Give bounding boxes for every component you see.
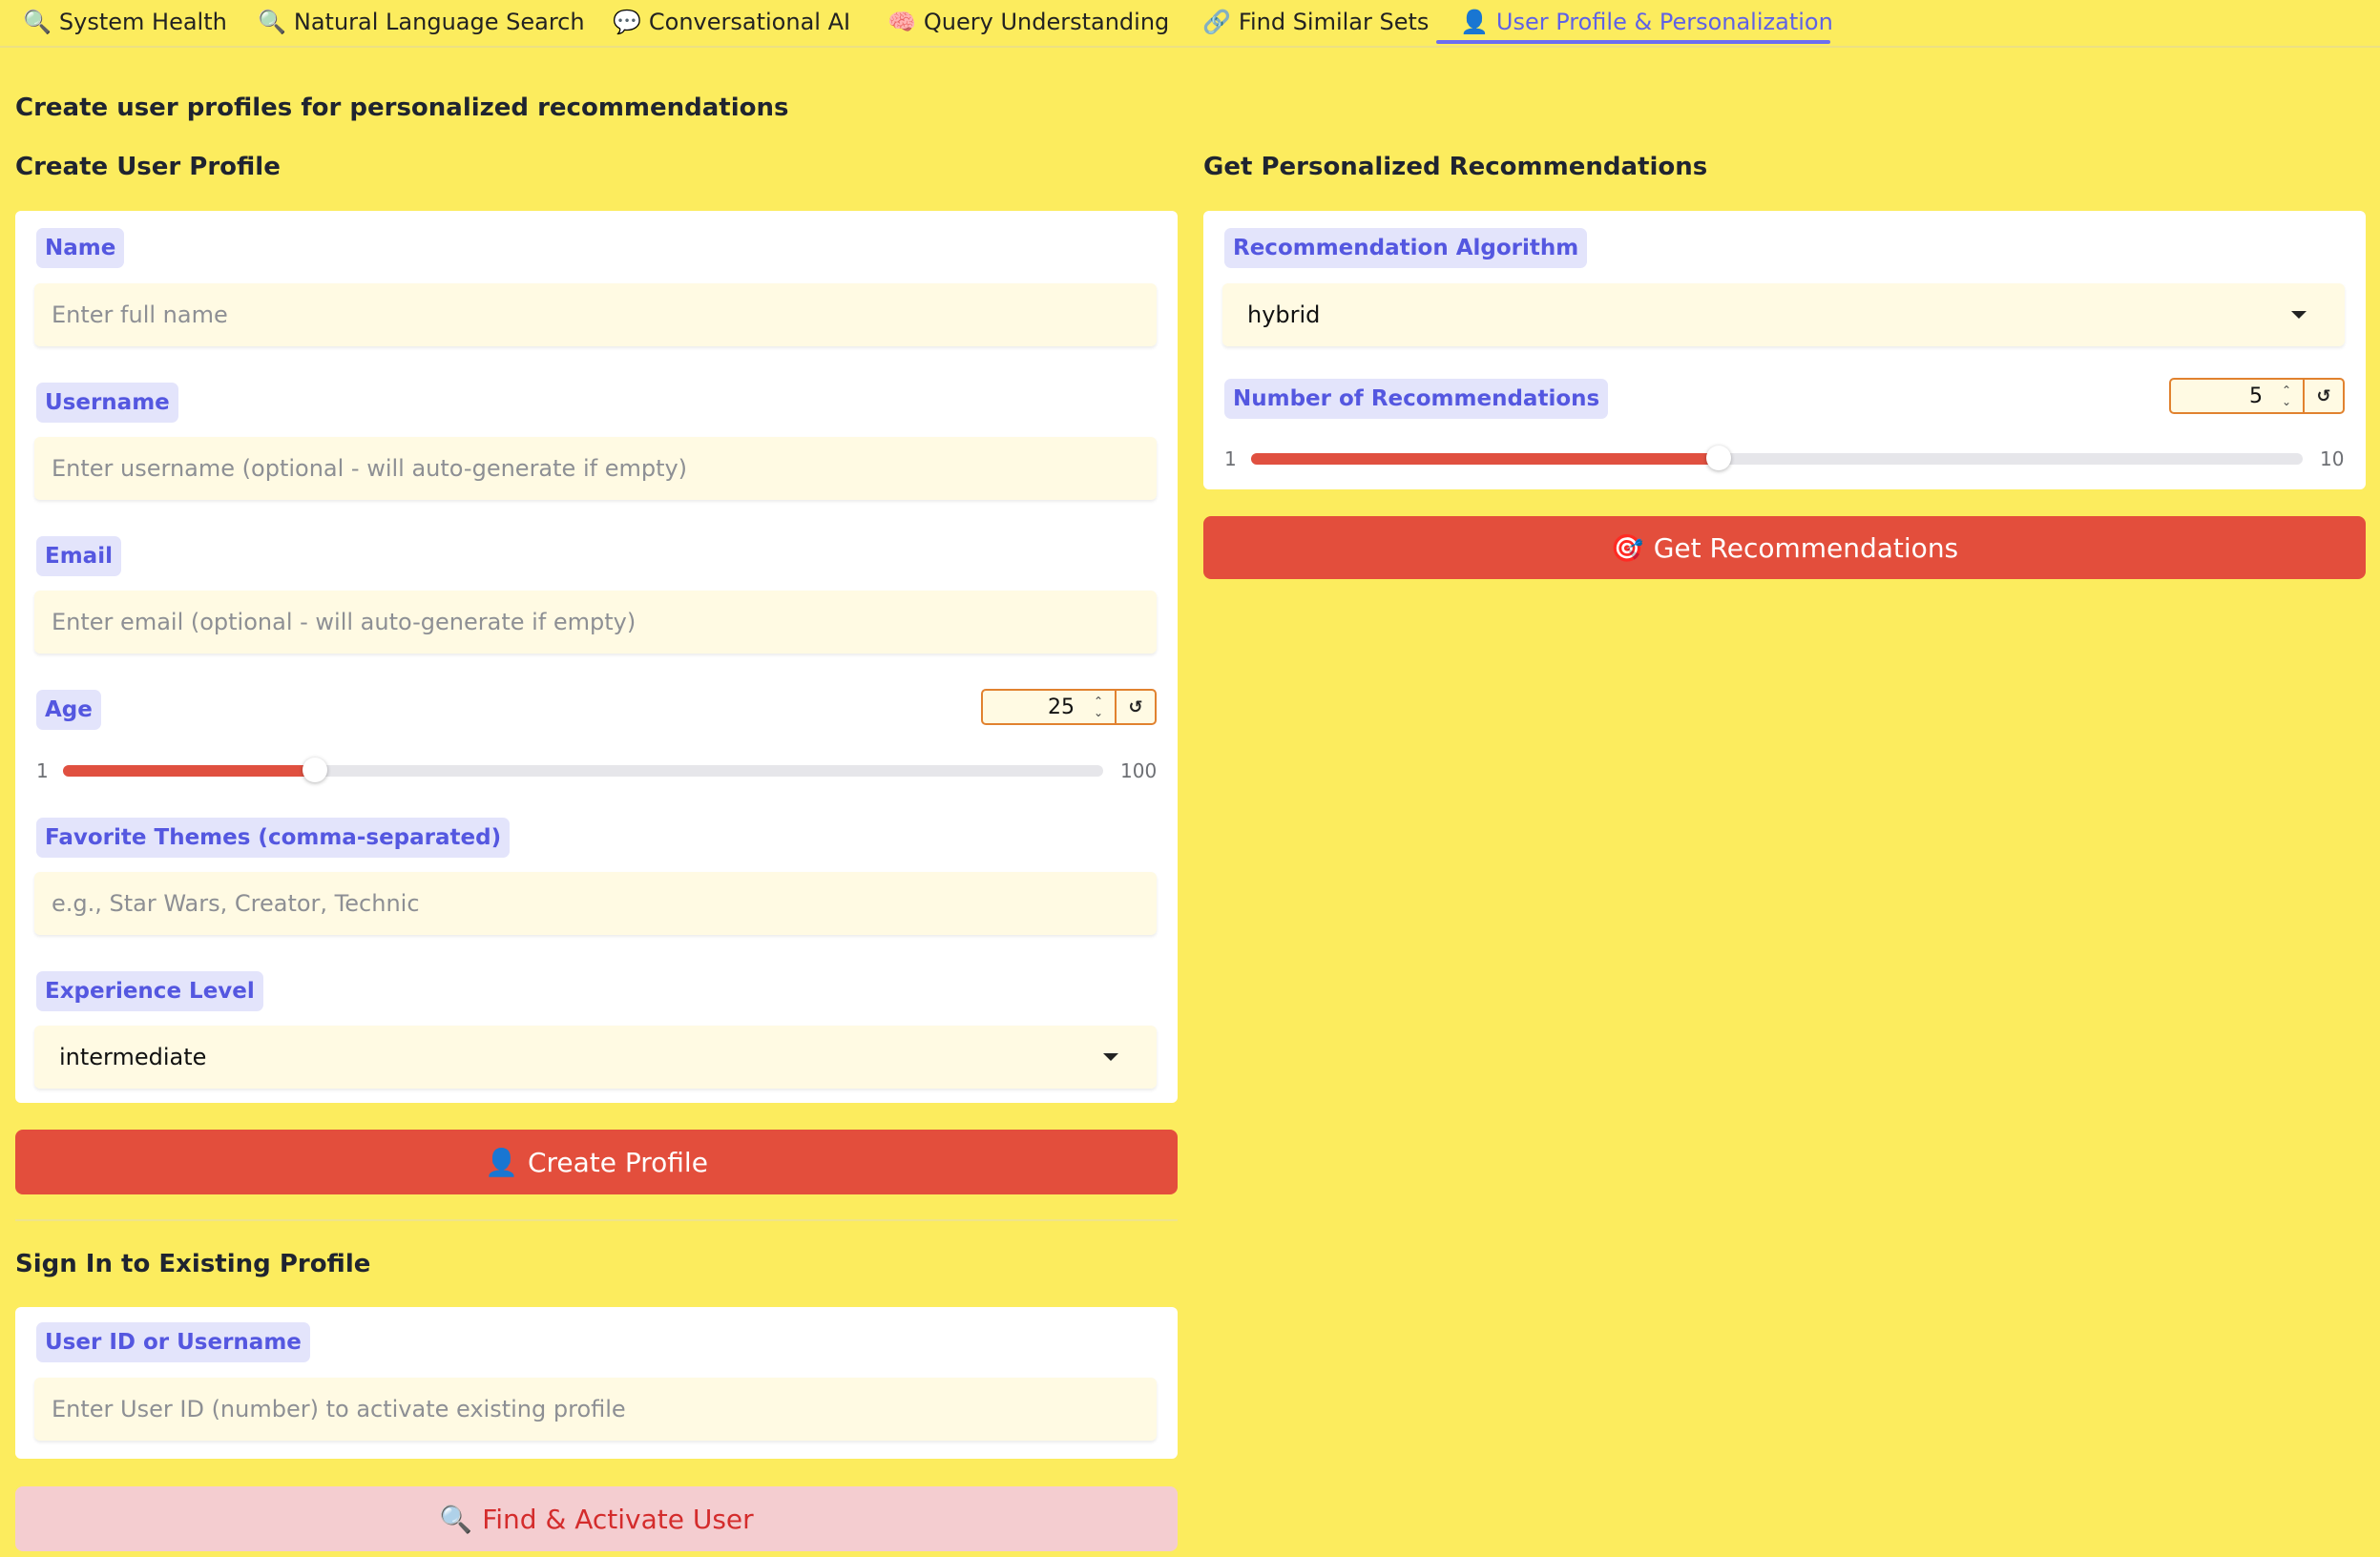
experience-value: intermediate [59, 1044, 207, 1070]
tab-label: Query Understanding [923, 9, 1170, 35]
age-min-label: 1 [36, 759, 49, 782]
themes-field[interactable] [34, 872, 1157, 935]
user-icon: 👤 [1460, 9, 1489, 35]
speech-bubble-icon: 💬 [613, 9, 641, 35]
create-profile-button-label: Create Profile [527, 1146, 708, 1178]
username-field[interactable] [34, 437, 1157, 500]
target-icon: 🎯 [1610, 531, 1644, 564]
age-number-box: 25 ⌃ ⌄ ↺ [981, 689, 1157, 725]
tab-user-profile-personalization[interactable]: 👤 User Profile & Personalization [1460, 0, 1833, 44]
tab-find-similar-sets[interactable]: 🔗 Find Similar Sets [1202, 0, 1429, 44]
tab-label: Natural Language Search [293, 9, 585, 35]
tab-query-understanding[interactable]: 🧠 Query Understanding [887, 0, 1169, 44]
chevron-down-icon [1103, 1053, 1118, 1061]
find-activate-user-label: Find & Activate User [482, 1503, 754, 1535]
recommendations-heading: Get Personalized Recommendations [1203, 153, 1708, 181]
age-reset-button[interactable]: ↺ [1115, 691, 1155, 723]
count-number-box: 5 ⌃ ⌄ ↺ [2169, 378, 2345, 414]
count-reset-button[interactable]: ↺ [2303, 380, 2343, 412]
sign-in-form: User ID or Username [15, 1307, 1178, 1459]
spinner-icon[interactable]: ⌃ ⌄ [2282, 384, 2291, 407]
create-profile-heading: Create User Profile [15, 153, 281, 181]
count-min-label: 1 [1224, 447, 1237, 470]
tab-natural-language-search[interactable]: 🔍 Natural Language Search [258, 0, 585, 44]
tab-bar: 🔍 System Health 🔍 Natural Language Searc… [0, 0, 2380, 48]
email-input[interactable] [34, 591, 1157, 654]
email-label: Email [36, 536, 121, 576]
themes-label: Favorite Themes (comma-separated) [36, 818, 511, 858]
active-tab-indicator [1436, 40, 1830, 44]
user-id-field[interactable] [34, 1378, 1157, 1441]
name-input[interactable] [34, 283, 1157, 346]
username-input[interactable] [34, 437, 1157, 500]
algorithm-select[interactable]: hybrid [1222, 283, 2345, 346]
search-icon: 🔍 [23, 9, 52, 35]
tab-label: Conversational AI [648, 9, 851, 35]
user-icon: 👤 [485, 1146, 518, 1178]
reset-icon: ↺ [1128, 696, 1143, 717]
find-activate-user-button[interactable]: 🔍 Find & Activate User [15, 1486, 1178, 1551]
reset-icon: ↺ [2316, 385, 2331, 406]
email-field[interactable] [34, 591, 1157, 654]
sign-in-heading: Sign In to Existing Profile [15, 1250, 371, 1278]
link-icon: 🔗 [1202, 9, 1231, 35]
age-slider[interactable] [63, 758, 1103, 782]
count-slider-thumb[interactable] [1705, 446, 1731, 470]
page-subtitle: Create user profiles for personalized re… [15, 93, 789, 122]
create-profile-form: Name Username Email Age 25 ⌃⌄ ↺ 1 100 Fa… [15, 211, 1178, 1103]
tab-label: Find Similar Sets [1238, 9, 1430, 35]
create-profile-button[interactable]: 👤 Create Profile [15, 1130, 1178, 1194]
count-slider[interactable] [1251, 446, 2303, 470]
experience-select[interactable]: intermediate [34, 1026, 1157, 1089]
search-icon: 🔍 [258, 9, 286, 35]
count-slider-fill [1251, 453, 1719, 465]
algorithm-label: Recommendation Algorithm [1224, 228, 1588, 268]
age-value: 25 [1048, 695, 1075, 719]
recommendations-form: Recommendation Algorithm hybrid Number o… [1203, 211, 2366, 489]
search-icon: 🔍 [439, 1503, 473, 1535]
algorithm-value: hybrid [1247, 301, 1321, 328]
tab-system-health[interactable]: 🔍 System Health [23, 0, 227, 44]
user-id-input[interactable] [34, 1378, 1157, 1441]
age-slider-fill [63, 765, 316, 777]
spinner-icon[interactable]: ⌃ ⌄ [1094, 695, 1103, 718]
count-max-label: 10 [2320, 447, 2345, 470]
tab-label: System Health [58, 9, 227, 35]
name-field[interactable] [34, 283, 1157, 346]
themes-input[interactable] [34, 872, 1157, 935]
count-label: Number of Recommendations [1224, 379, 1609, 419]
age-number-input[interactable]: 25 ⌃ ⌄ [983, 691, 1115, 723]
experience-label: Experience Level [36, 971, 263, 1011]
age-label: Age [36, 690, 101, 730]
brain-icon: 🧠 [887, 9, 916, 35]
age-max-label: 100 [1120, 759, 1158, 782]
tab-conversational-ai[interactable]: 💬 Conversational AI [613, 0, 850, 44]
name-label: Name [36, 228, 125, 268]
tab-label: User Profile & Personalization [1495, 9, 1833, 35]
age-slider-thumb[interactable] [303, 758, 328, 782]
get-recommendations-label: Get Recommendations [1653, 531, 1959, 564]
get-recommendations-button[interactable]: 🎯 Get Recommendations [1203, 516, 2366, 579]
count-number-input[interactable]: 5 ⌃ ⌄ [2171, 380, 2303, 412]
username-label: Username [36, 383, 178, 423]
count-value: 5 [2249, 384, 2263, 408]
user-id-label: User ID or Username [36, 1322, 310, 1362]
section-divider [15, 1219, 1178, 1221]
chevron-down-icon [2291, 311, 2307, 319]
